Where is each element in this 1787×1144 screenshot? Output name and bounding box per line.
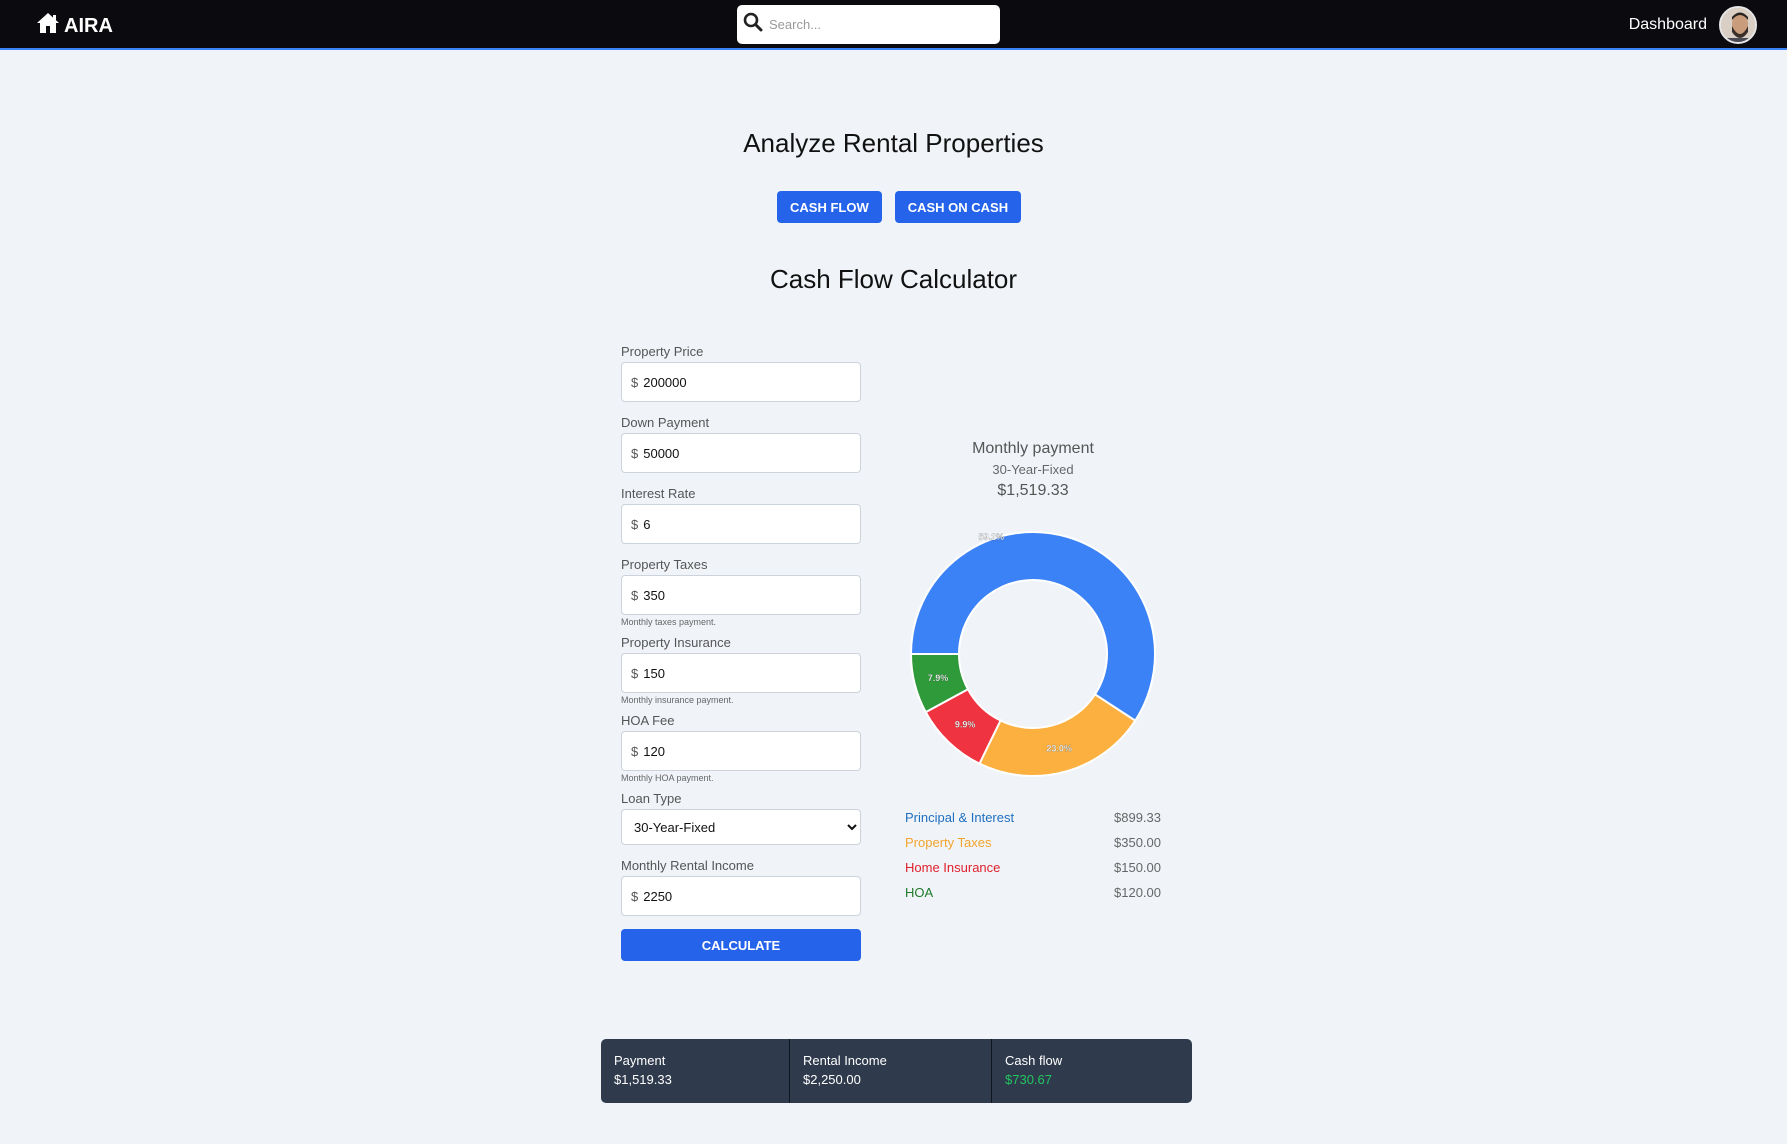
donut-slice-label: 7.9%	[928, 673, 949, 683]
brand-name: AIRA	[64, 14, 113, 37]
donut-slice-label: 59.2%	[978, 532, 1004, 542]
hoa-fee-input-group: $	[621, 731, 861, 771]
loan-type-label: Loan Type	[621, 791, 682, 806]
rental-income-field: Monthly Rental Income $	[621, 858, 861, 916]
property-price-field: Property Price $	[621, 344, 861, 402]
summary-rental-income-label: Rental Income	[803, 1053, 887, 1068]
calculate-button[interactable]: CALCULATE	[621, 929, 861, 961]
dashboard-link[interactable]: Dashboard	[1629, 16, 1707, 34]
analysis-tabs: CASH FLOW CASH ON CASH	[777, 191, 1022, 223]
donut-slice-label: 23.0%	[1046, 743, 1072, 753]
currency-symbol: $	[631, 516, 639, 532]
search-input[interactable]	[769, 17, 989, 32]
property-insurance-label: Property Insurance	[621, 635, 731, 650]
property-taxes-hint: Monthly taxes payment.	[621, 617, 717, 627]
summary-payment: Payment $1,519.33	[601, 1039, 789, 1103]
summary-cash-flow-value: $730.67	[1005, 1072, 1052, 1087]
chart-subtitle: 30-Year-Fixed	[992, 462, 1074, 477]
rental-income-label: Monthly Rental Income	[621, 858, 754, 873]
calculator-title: Cash Flow Calculator	[769, 264, 1018, 294]
avatar[interactable]	[1719, 6, 1757, 44]
donut-slice-label: 9.9%	[955, 720, 976, 730]
home-icon	[36, 12, 60, 40]
search-icon	[743, 12, 763, 37]
summary-cash-flow-label: Cash flow	[1005, 1053, 1063, 1068]
legend-label: Home Insurance	[905, 860, 1001, 875]
summary-cash-flow: Cash flow $730.67	[991, 1039, 1192, 1103]
summary-rental-income: Rental Income $2,250.00	[789, 1039, 991, 1103]
hoa-fee-input[interactable]	[643, 743, 844, 759]
payment-donut-chart: 59.2% 23.0% 9.9% 7.9%	[909, 531, 1156, 777]
summary-payment-value: $1,519.33	[614, 1072, 672, 1087]
chart-total-amount: $1,519.33	[997, 482, 1069, 499]
summary-bar: Payment $1,519.33 Rental Income $2,250.0…	[601, 1039, 1192, 1103]
property-insurance-input-group: $	[621, 653, 861, 693]
chart-header: Monthly payment 30-Year-Fixed $1,519.33	[903, 440, 1163, 500]
property-taxes-label: Property Taxes	[621, 557, 708, 572]
currency-symbol: $	[631, 445, 639, 461]
currency-symbol: $	[631, 665, 639, 681]
legend-value: $350.00	[1114, 835, 1161, 850]
property-insurance-field: Property Insurance $ Monthly insurance p…	[621, 635, 861, 705]
loan-type-select[interactable]: 30-Year-Fixed	[621, 809, 861, 845]
legend-value: $120.00	[1114, 885, 1161, 900]
currency-symbol: $	[631, 888, 639, 904]
donut-slice[interactable]	[978, 693, 1137, 777]
legend-row: Property Taxes $350.00	[905, 830, 1161, 855]
property-taxes-input-group: $	[621, 575, 861, 615]
property-price-input-group: $	[621, 362, 861, 402]
property-insurance-input[interactable]	[643, 665, 844, 681]
tab-cash-flow[interactable]: CASH FLOW	[777, 191, 882, 223]
loan-type-field: Loan Type 30-Year-Fixed	[621, 791, 861, 845]
cash-flow-form: Property Price $ Down Payment $ Interest…	[621, 344, 861, 961]
hoa-fee-label: HOA Fee	[621, 713, 675, 728]
summary-payment-label: Payment	[614, 1053, 666, 1068]
property-taxes-field: Property Taxes $ Monthly taxes payment.	[621, 557, 861, 627]
legend-row: HOA $120.00	[905, 880, 1161, 905]
down-payment-field: Down Payment $	[621, 415, 861, 473]
rental-income-input-group: $	[621, 876, 861, 916]
down-payment-input[interactable]	[643, 445, 844, 461]
chart-title: Monthly payment	[972, 440, 1094, 457]
top-navbar: AIRA Dashboard	[0, 0, 1787, 50]
summary-rental-income-value: $2,250.00	[803, 1072, 861, 1087]
legend-row: Home Insurance $150.00	[905, 855, 1161, 880]
property-price-input[interactable]	[643, 374, 844, 390]
rental-income-input[interactable]	[643, 888, 844, 904]
interest-rate-label: Interest Rate	[621, 486, 696, 501]
legend-label: Principal & Interest	[905, 810, 1015, 825]
tab-cash-on-cash[interactable]: CASH ON CASH	[894, 191, 1022, 223]
hoa-fee-field: HOA Fee $ Monthly HOA payment.	[621, 713, 861, 783]
legend-label: Property Taxes	[905, 835, 992, 850]
legend-value: $899.33	[1114, 810, 1161, 825]
interest-rate-field: Interest Rate $	[621, 486, 861, 544]
currency-symbol: $	[631, 374, 639, 390]
hoa-fee-hint: Monthly HOA payment.	[621, 773, 714, 783]
page-title: Analyze Rental Properties	[743, 128, 1044, 158]
property-taxes-input[interactable]	[643, 587, 844, 603]
currency-symbol: $	[631, 587, 639, 603]
down-payment-label: Down Payment	[621, 415, 710, 430]
legend-label: HOA	[905, 885, 934, 900]
payment-legend: Principal & Interest $899.33 Property Taxe…	[905, 805, 1161, 905]
currency-symbol: $	[631, 743, 639, 759]
legend-row: Principal & Interest $899.33	[905, 805, 1161, 830]
search-box[interactable]	[737, 5, 1000, 44]
interest-rate-input-group: $	[621, 504, 861, 544]
down-payment-input-group: $	[621, 433, 861, 473]
brand-link[interactable]: AIRA	[36, 12, 113, 40]
property-insurance-hint: Monthly insurance payment.	[621, 695, 734, 705]
legend-value: $150.00	[1114, 860, 1161, 875]
interest-rate-input[interactable]	[643, 516, 844, 532]
property-price-label: Property Price	[621, 344, 704, 359]
